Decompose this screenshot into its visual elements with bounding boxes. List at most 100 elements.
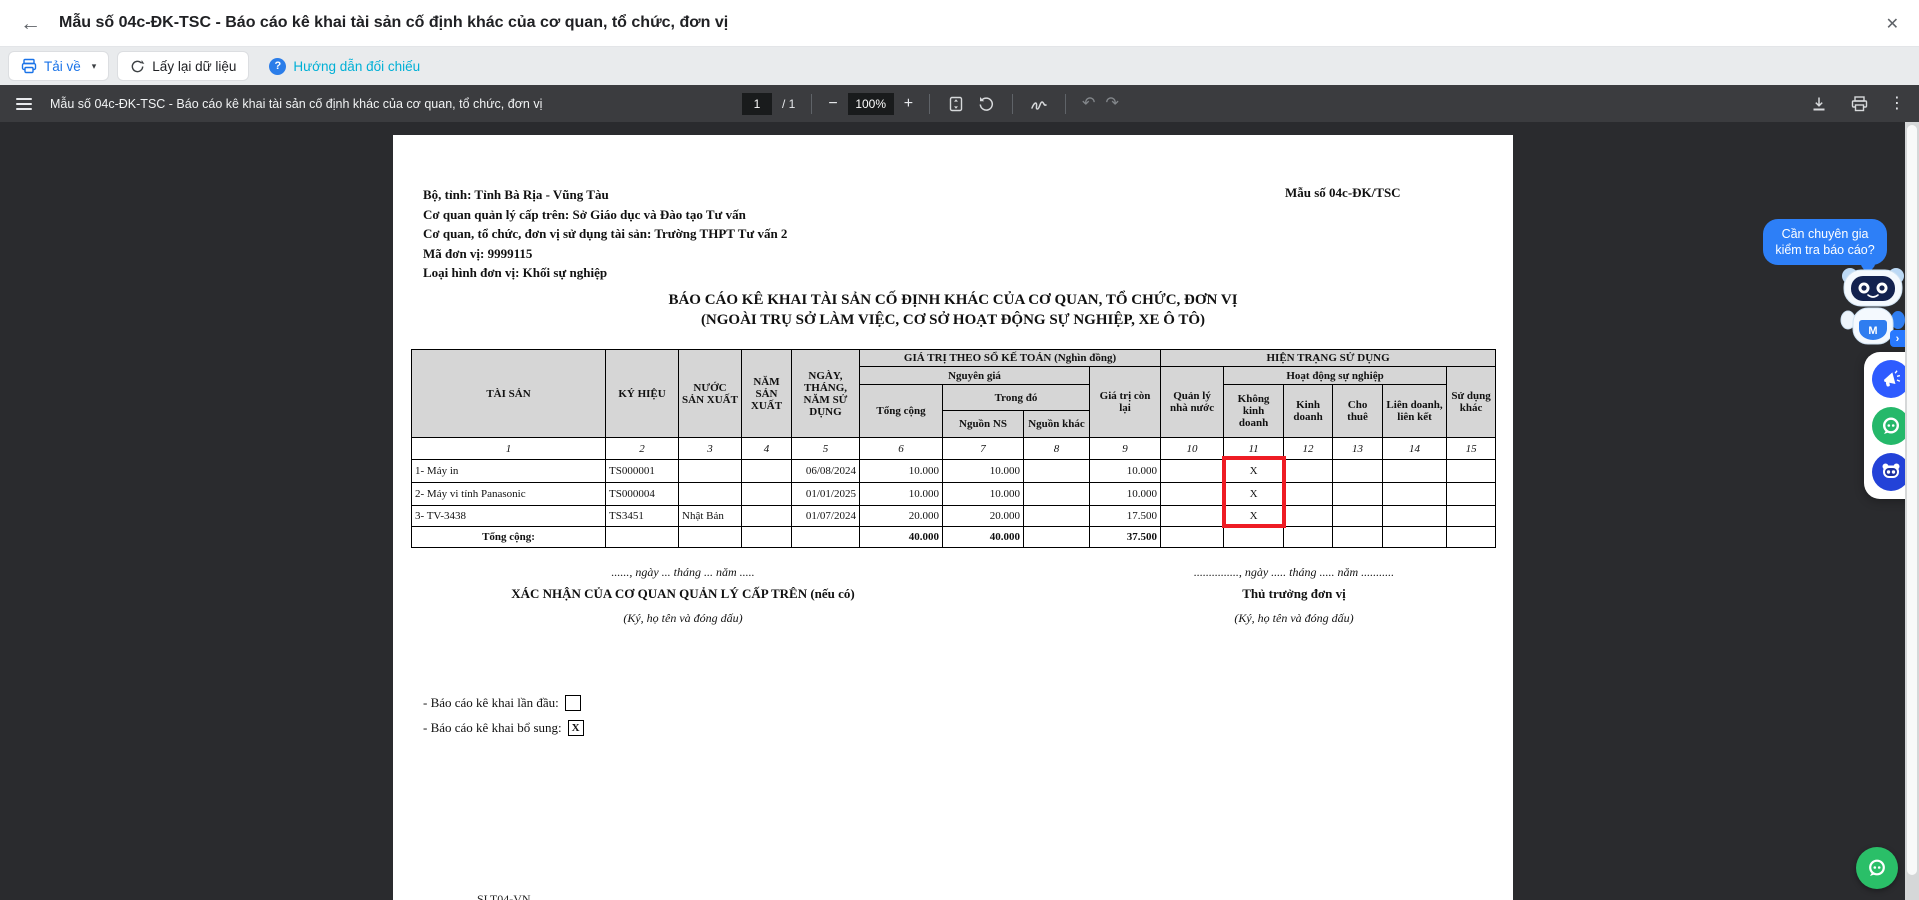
expand-panel-tab[interactable]: › xyxy=(1890,330,1905,347)
cell-year xyxy=(742,506,792,527)
toolbar-divider xyxy=(1065,94,1066,114)
more-options-icon[interactable]: ⋮ xyxy=(1889,96,1905,112)
chat-fab-button[interactable] xyxy=(1856,847,1898,889)
index-cell: 7 xyxy=(943,438,1024,460)
index-cell: 14 xyxy=(1383,438,1447,460)
cell-source-ns: 20.000 xyxy=(943,506,1024,527)
total-cell xyxy=(1333,527,1383,548)
index-cell: 3 xyxy=(679,438,742,460)
index-cell: 8 xyxy=(1024,438,1090,460)
document-page: Bộ, tỉnh: Tỉnh Bà Rịa - Vũng Tàu Cơ quan… xyxy=(393,135,1513,900)
cell-remaining: 10.000 xyxy=(1090,483,1161,506)
pdf-document-title: Mẫu số 04c-ĐK-TSC - Báo cáo kê khai tài … xyxy=(50,97,542,111)
page-total-label: / 1 xyxy=(782,97,795,111)
menu-icon[interactable] xyxy=(16,98,32,110)
total-cell xyxy=(1284,527,1333,548)
cell-source-other xyxy=(1024,506,1090,527)
col-header-asset: TÀI SẢN xyxy=(412,350,606,438)
document-title: BÁO CÁO KÊ KHAI TÀI SẢN CỐ ĐỊNH KHÁC CỦA… xyxy=(393,290,1513,330)
col-header-non-business: Không kinh doanh xyxy=(1224,385,1284,438)
total-cell xyxy=(1161,527,1224,548)
close-icon[interactable]: ✕ xyxy=(1886,14,1899,34)
chevron-down-icon[interactable]: ▾ xyxy=(92,61,97,72)
undo-button[interactable]: ↶ xyxy=(1082,96,1095,112)
print-icon[interactable] xyxy=(1849,94,1869,114)
checkbox-checked: X xyxy=(568,720,584,736)
org-line: Cơ quan quản lý cấp trên: Sở Giáo dục và… xyxy=(423,205,787,225)
total-cell xyxy=(679,527,742,548)
cell-year xyxy=(742,460,792,483)
index-cell: 13 xyxy=(1333,438,1383,460)
redo-button[interactable]: ↷ xyxy=(1105,96,1118,112)
fit-to-page-button[interactable] xyxy=(946,94,966,114)
cell-state-mgmt xyxy=(1161,506,1224,527)
signature-block-right: ..............., ngày ..... tháng ..... … xyxy=(1151,565,1437,626)
cell-other-use xyxy=(1447,460,1496,483)
cell-country: Nhật Bản xyxy=(679,506,742,527)
col-header-country: NƯỚC SẢN XUẤT xyxy=(679,350,742,438)
cell-asset: 2- Máy vi tính Panasonic xyxy=(412,483,606,506)
cell-state-mgmt xyxy=(1161,483,1224,506)
group-header-usage-status: HIỆN TRẠNG SỬ DỤNG xyxy=(1161,350,1496,367)
index-cell: 1 xyxy=(412,438,606,460)
mascot-logo: M xyxy=(1868,325,1877,337)
index-cell: 4 xyxy=(742,438,792,460)
scrollbar-thumb[interactable] xyxy=(1907,125,1917,875)
group-header-original-price: Nguyên giá xyxy=(860,367,1090,385)
zoom-out-button[interactable]: − xyxy=(828,96,837,112)
rotate-button[interactable] xyxy=(976,94,996,114)
cell-asset: 3- TV-3438 xyxy=(412,506,606,527)
org-line: Cơ quan, tổ chức, đơn vị sử dụng tài sản… xyxy=(423,224,787,244)
refresh-data-button[interactable]: Lấy lại dữ liệu xyxy=(117,51,249,81)
cell-year xyxy=(742,483,792,506)
cell-business xyxy=(1284,506,1333,527)
col-header-use-date: NGÀY, THÁNG, NĂM SỬ DỤNG xyxy=(792,350,860,438)
checkbox-supplement-declaration: - Báo cáo kê khai bổ sung: X xyxy=(423,720,584,736)
index-cell: 15 xyxy=(1447,438,1496,460)
table-total-row: Tổng cộng: 40.000 40.000 37.500 xyxy=(412,527,1496,548)
download-icon[interactable] xyxy=(1809,94,1829,114)
cell-source-ns: 10.000 xyxy=(943,483,1024,506)
app-window: ← Mẫu số 04c-ĐK-TSC - Báo cáo kê khai tà… xyxy=(0,0,1919,900)
total-cell xyxy=(1383,527,1447,548)
cell-asset: 1- Máy in xyxy=(412,460,606,483)
cell-business xyxy=(1284,483,1333,506)
cell-total: 10.000 xyxy=(860,460,943,483)
signature-note: (Ký, họ tên và đóng dấu) xyxy=(471,611,895,626)
cell-other-use xyxy=(1447,506,1496,527)
cell-non-business: X xyxy=(1224,460,1284,483)
zoom-level-value: 100% xyxy=(848,93,894,115)
comparison-guide-link[interactable]: ? Hướng dẫn đối chiếu xyxy=(257,51,432,81)
col-header-business: Kinh doanh xyxy=(1284,385,1333,438)
index-cell: 10 xyxy=(1161,438,1224,460)
table-row: 1- Máy in TS000001 06/08/2024 10.000 10.… xyxy=(412,460,1496,483)
column-index-row: 1 2 3 4 5 6 7 8 9 10 11 12 13 14 xyxy=(412,438,1496,460)
download-button[interactable]: Tải về ▾ xyxy=(8,51,109,81)
vertical-scrollbar[interactable] xyxy=(1905,122,1919,900)
cell-non-business: X xyxy=(1224,483,1284,506)
page-title: Mẫu số 04c-ĐK-TSC - Báo cáo kê khai tài … xyxy=(59,14,728,32)
total-label: Tổng cộng: xyxy=(412,527,606,548)
cell-total: 20.000 xyxy=(860,506,943,527)
page-number-input[interactable]: 1 xyxy=(742,93,772,115)
total-cell xyxy=(742,527,792,548)
col-header-symbol: KÝ HIỆU xyxy=(606,350,679,438)
annotate-pen-icon[interactable] xyxy=(1029,94,1049,114)
cell-total: 10.000 xyxy=(860,483,943,506)
cell-use-date: 01/01/2025 xyxy=(792,483,860,506)
col-header-other-use: Sử dụng khác xyxy=(1447,367,1496,438)
cell-remaining: 17.500 xyxy=(1090,506,1161,527)
toolbar-divider xyxy=(811,94,812,114)
zoom-in-button[interactable]: + xyxy=(904,96,913,112)
document-title-line1: BÁO CÁO KÊ KHAI TÀI SẢN CỐ ĐỊNH KHÁC CỦA… xyxy=(393,290,1513,310)
index-cell: 9 xyxy=(1090,438,1161,460)
help-icon: ? xyxy=(269,58,286,75)
action-toolbar: Tải về ▾ Lấy lại dữ liệu ? Hướng dẫn đối… xyxy=(0,47,1919,85)
total-cell xyxy=(606,527,679,548)
pdf-toolbar: Mẫu số 04c-ĐK-TSC - Báo cáo kê khai tài … xyxy=(0,85,1919,122)
refresh-label: Lấy lại dữ liệu xyxy=(152,59,236,74)
signature-title: Thủ trưởng đơn vị xyxy=(1151,586,1437,602)
back-icon[interactable]: ← xyxy=(20,13,41,34)
checkbox-label: - Báo cáo kê khai bổ sung: xyxy=(423,720,562,736)
assistant-bubble[interactable]: Cần chuyên gia kiểm tra báo cáo? xyxy=(1763,219,1887,265)
